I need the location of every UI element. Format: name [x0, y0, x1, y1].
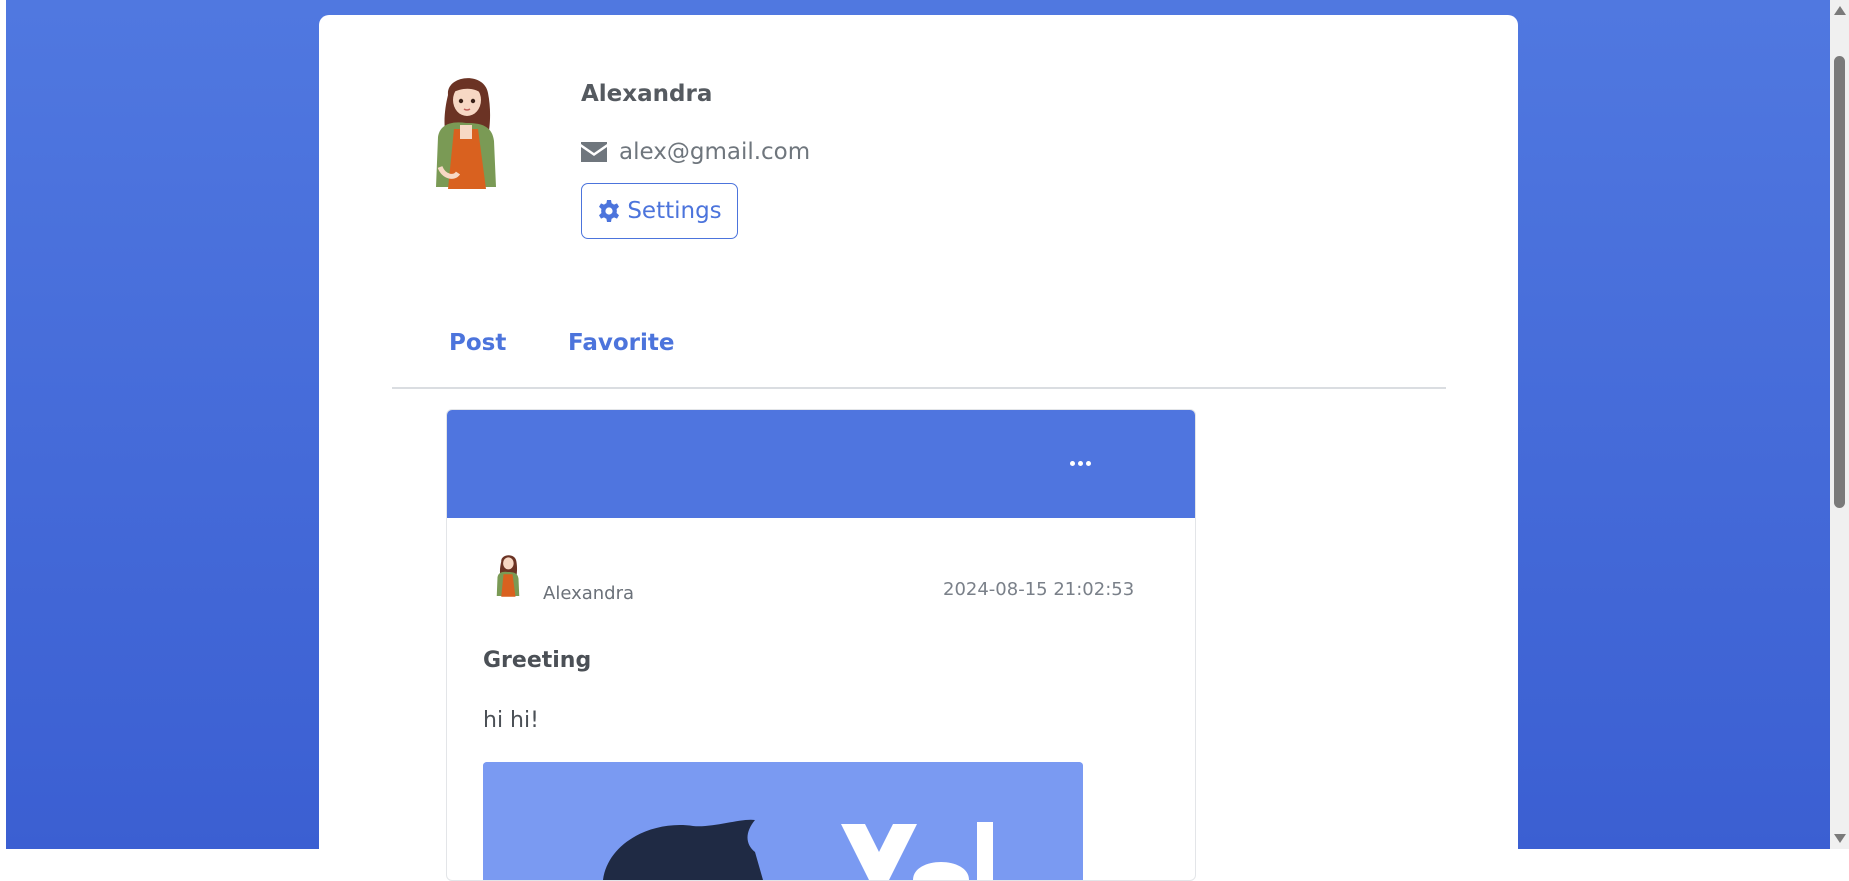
- post-header: [447, 410, 1195, 518]
- more-options-button[interactable]: [1065, 453, 1095, 473]
- post-timestamp: 2024-08-15 21:02:53: [943, 579, 1135, 600]
- post-title: Greeting: [483, 648, 592, 673]
- ellipsis-icon: [1069, 460, 1075, 466]
- envelope-icon: [581, 142, 607, 162]
- settings-button[interactable]: Settings: [581, 183, 738, 239]
- scrollbar-thumb[interactable]: [1834, 56, 1845, 508]
- profile-email: alex@gmail.com: [619, 139, 811, 165]
- post-image: [483, 762, 1083, 880]
- profile-email-row: alex@gmail.com: [581, 139, 810, 165]
- post-card: Alexandra 2024-08-15 21:02:53 Greeting h…: [446, 409, 1196, 881]
- profile-tabs: Post Favorite: [392, 305, 1446, 389]
- scrollbar[interactable]: [1830, 0, 1849, 849]
- tab-favorite[interactable]: Favorite: [568, 330, 675, 356]
- scroll-down-arrow[interactable]: [1834, 834, 1846, 843]
- profile-card: Alexandra alex@gmail.com Settings Post F…: [319, 15, 1518, 881]
- settings-label: Settings: [627, 198, 722, 224]
- profile-name: Alexandra: [581, 81, 713, 107]
- tab-post[interactable]: Post: [449, 330, 506, 356]
- profile-avatar: [436, 78, 496, 189]
- scroll-up-arrow[interactable]: [1834, 6, 1846, 15]
- post-author-avatar: [496, 555, 520, 597]
- post-author: Alexandra: [543, 583, 635, 604]
- post-body: hi hi!: [483, 708, 539, 733]
- gear-icon: [599, 200, 620, 222]
